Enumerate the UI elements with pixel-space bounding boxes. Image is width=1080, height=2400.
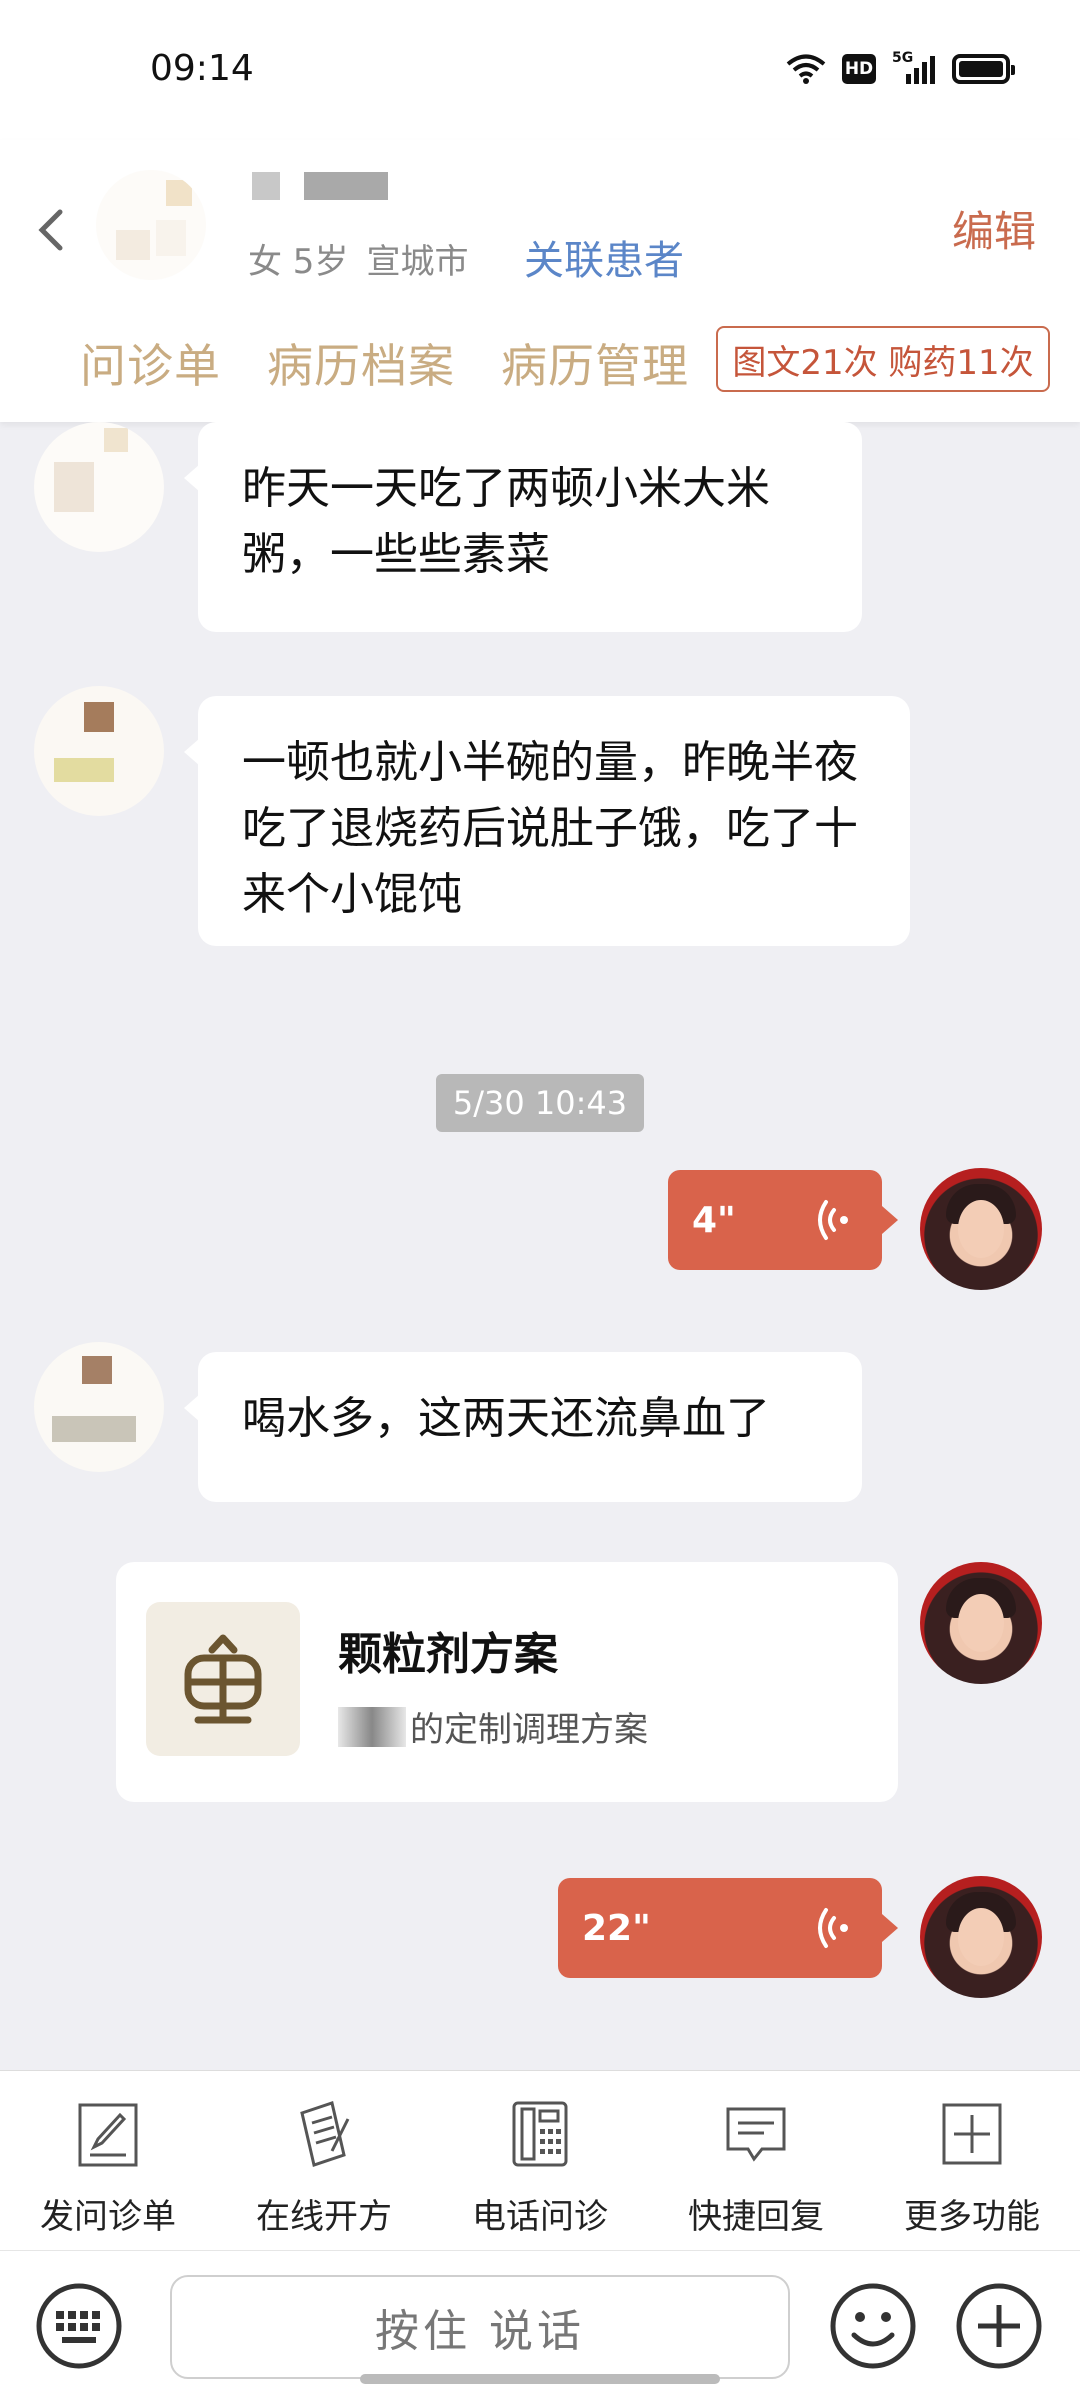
voice-duration: 22" — [582, 1907, 651, 1949]
voice-duration: 4" — [692, 1199, 736, 1241]
function-toolbar: 发问诊单 在线开方 电话问诊 快捷回复 更多功能 — [0, 2070, 1080, 2250]
signal-5g-icon: 5G — [892, 50, 936, 86]
voice-wave-icon — [818, 1908, 848, 1948]
voice-message[interactable]: 4" — [668, 1170, 898, 1270]
gender-age: 女 5岁 — [248, 242, 349, 282]
home-indicator — [360, 2374, 720, 2384]
doctor-avatar[interactable] — [920, 1876, 1042, 1998]
input-bar: 按住 说话 — [0, 2250, 1080, 2400]
card-title: 颗粒剂方案 — [338, 1629, 558, 1680]
patient-avatar-small[interactable] — [34, 422, 164, 552]
status-icons: HD 5G — [786, 50, 1015, 86]
edit-button[interactable]: 编辑 — [952, 198, 1036, 259]
message-bubble: 喝水多，这两天还流鼻血了 — [184, 1352, 862, 1502]
city: 宣城市 — [366, 242, 469, 282]
hd-icon: HD — [842, 54, 876, 84]
doctor-avatar[interactable] — [920, 1168, 1042, 1290]
patient-name-redacted — [252, 172, 388, 200]
plus-square-icon — [942, 2103, 1002, 2165]
online-prescription-button[interactable]: 在线开方 — [216, 2071, 432, 2251]
back-arrow-icon[interactable] — [32, 200, 72, 260]
keyboard-icon[interactable] — [34, 2281, 124, 2371]
more-functions-button[interactable]: 更多功能 — [864, 2071, 1080, 2251]
wifi-icon — [786, 54, 826, 84]
add-attachment-icon[interactable] — [954, 2281, 1044, 2371]
patient-avatar-small[interactable] — [34, 686, 164, 816]
form-edit-icon — [78, 2103, 138, 2167]
quick-reply-icon — [726, 2107, 786, 2162]
prescription-icon — [300, 2101, 350, 2167]
link-patient-button[interactable]: 关联患者 — [524, 228, 684, 286]
patient-header: 女 5岁 宣城市 关联患者 编辑 问诊单 病历档案 病历管理 图文21次 购药1… — [0, 140, 1080, 422]
tab-questionnaire[interactable]: 问诊单 — [80, 330, 221, 396]
status-bar: 09:14 HD 5G — [0, 0, 1080, 140]
tab-medical-records[interactable]: 病历档案 — [267, 330, 455, 396]
consult-count-badge: 图文21次 购药11次 — [716, 326, 1050, 392]
doctor-avatar[interactable] — [920, 1562, 1042, 1684]
quick-reply-button[interactable]: 快捷回复 — [648, 2071, 864, 2251]
send-questionnaire-button[interactable]: 发问诊单 — [0, 2071, 216, 2251]
message-bubble: 一顿也就小半碗的量，昨晚半夜吃了退烧药后说肚子饿，吃了十来个小馄饨 — [184, 696, 910, 946]
tab-record-management[interactable]: 病历管理 — [501, 330, 689, 396]
card-subtitle: 的定制调理方案 — [338, 1702, 648, 1751]
voice-message[interactable]: 22" — [558, 1878, 898, 1978]
message-timestamp: 5/30 10:43 — [436, 1074, 644, 1132]
patient-meta: 女 5岁 宣城市 — [248, 234, 468, 283]
battery-icon — [952, 54, 1015, 84]
status-time: 09:14 — [150, 48, 254, 89]
patient-avatar-small[interactable] — [34, 1342, 164, 1472]
hold-to-talk-button[interactable]: 按住 说话 — [170, 2275, 790, 2379]
chat-area[interactable]: 昨天一天吃了两顿小米大米粥，一些些素菜 一顿也就小半碗的量，昨晚半夜吃了退烧药后… — [0, 422, 1080, 2070]
phone-consult-button[interactable]: 电话问诊 — [432, 2071, 648, 2251]
header-tabs: 问诊单 病历档案 病历管理 — [80, 330, 689, 396]
message-bubble: 昨天一天吃了两顿小米大米粥，一些些素菜 — [184, 422, 862, 632]
patient-avatar[interactable] — [96, 170, 206, 280]
granule-plan-icon — [146, 1602, 300, 1756]
voice-wave-icon — [818, 1200, 848, 1240]
emoji-icon[interactable] — [828, 2281, 918, 2371]
prescription-plan-card[interactable]: 颗粒剂方案 的定制调理方案 — [116, 1562, 898, 1802]
phone-icon — [512, 2101, 568, 2167]
